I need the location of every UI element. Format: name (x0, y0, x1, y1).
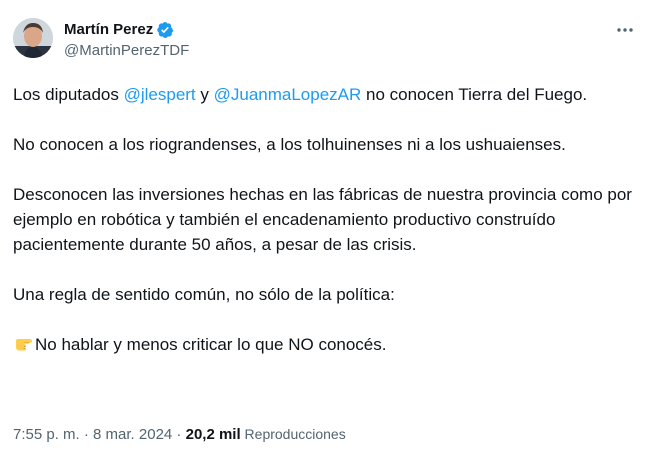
tweet-paragraph-5: No hablar y menos criticar lo que NO con… (13, 332, 639, 357)
text-segment: no conocen Tierra del Fuego. (361, 85, 588, 104)
tweet-card: Martín Perez @MartinPerezTDF Los diputad… (0, 0, 652, 451)
tweet-header: Martín Perez @MartinPerezTDF (13, 18, 639, 66)
mention-link-jlespert[interactable]: @jlespert (124, 85, 196, 104)
tweet-paragraph-1: Los diputados @jlespert y @JuanmaLopezAR… (13, 82, 639, 107)
tweet-paragraph-2: No conocen a los riograndenses, a los to… (13, 135, 566, 154)
text-segment: y (195, 85, 214, 104)
tweet-date[interactable]: 8 mar. 2024 (93, 426, 172, 443)
author-name-row[interactable]: Martín Perez (64, 20, 174, 40)
text-segment: Los diputados (13, 85, 124, 104)
author-display-name[interactable]: Martín Perez (64, 20, 153, 40)
tweet-paragraph-4: Una regla de sentido común, no sólo de l… (13, 285, 395, 304)
tweet-time[interactable]: 7:55 p. m. (13, 426, 80, 443)
tweet-meta: 7:55 p. m. · 8 mar. 2024 · 20,2 mil Repr… (13, 424, 346, 445)
text-segment: No hablar y menos criticar lo que NO con… (35, 335, 387, 354)
views-label: Reproducciones (240, 426, 346, 442)
meta-separator: · (79, 426, 94, 443)
views-count: 20,2 mil (185, 426, 241, 443)
tweet-paragraph-3: Desconocen las inversiones hechas en las… (13, 185, 632, 254)
more-horizontal-icon[interactable] (613, 20, 637, 40)
avatar[interactable] (13, 18, 53, 58)
author-handle[interactable]: @MartinPerezTDF (64, 41, 189, 61)
meta-separator: · (172, 426, 186, 443)
author-names: Martín Perez @MartinPerezTDF (64, 20, 189, 61)
verified-badge-icon (156, 21, 174, 39)
mention-link-juanmalopezar[interactable]: @JuanmaLopezAR (214, 85, 362, 104)
pointing-right-hand-emoji (13, 334, 35, 354)
tweet-text: Los diputados @jlespert y @JuanmaLopezAR… (13, 82, 639, 357)
